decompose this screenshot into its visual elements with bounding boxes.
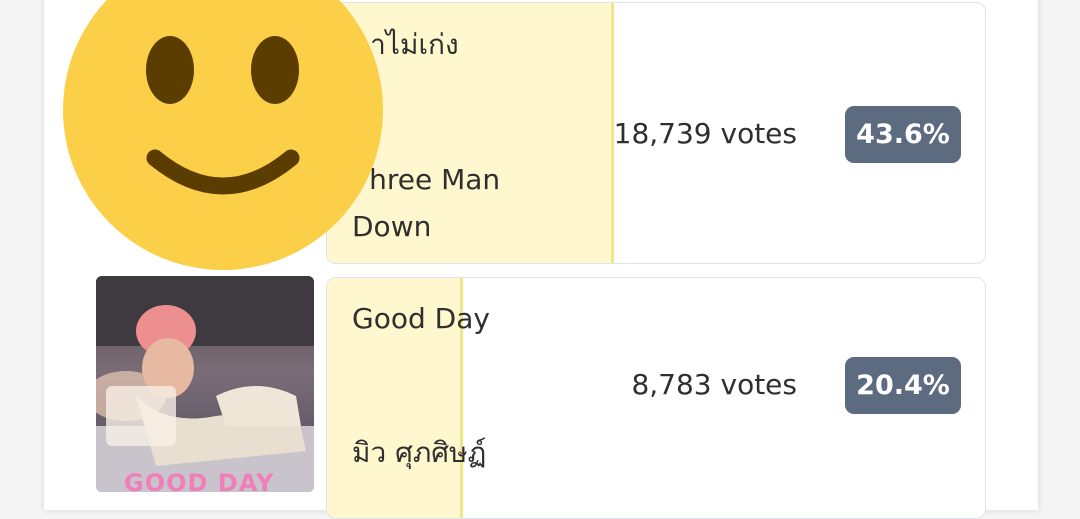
poll-result-row-2[interactable]: Good Day มิว ศุภศิษฏ์ 8,783 votes 20.4% bbox=[326, 277, 986, 519]
smiley-face-emoji-icon bbox=[63, 0, 383, 270]
percent-badge: 43.6% bbox=[845, 106, 961, 163]
cover-caption: GOOD DAY bbox=[124, 469, 275, 492]
song-title: Good Day bbox=[352, 302, 490, 335]
album-cover-image: GOOD DAY bbox=[96, 276, 314, 492]
vote-count: 8,783 votes bbox=[631, 368, 797, 401]
cover-art bbox=[96, 276, 314, 492]
artist-name: มิว ศุภศิษฏ์ bbox=[352, 436, 487, 469]
vote-count: 18,739 votes bbox=[613, 117, 797, 150]
poll-result-row-1[interactable]: ดาไม่เก่ง Three Man Down 18,739 votes 43… bbox=[326, 2, 986, 264]
percent-badge: 20.4% bbox=[845, 357, 961, 414]
